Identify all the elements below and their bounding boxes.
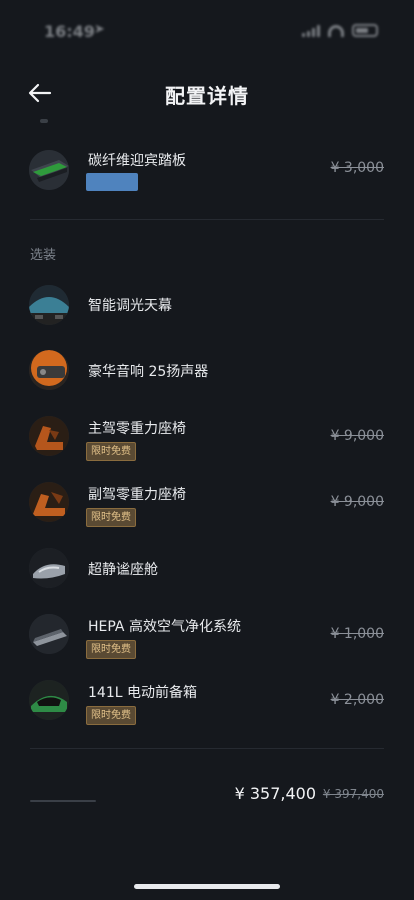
item-name: 豪华音响 25扬声器 <box>88 364 209 380</box>
item-name: 141L 电动前备箱 <box>88 685 197 701</box>
item-name: 超静谧座舱 <box>88 562 158 578</box>
item-name: 副驾零重力座椅 <box>88 487 186 503</box>
free-limited-badge: 限时免费 <box>86 508 136 527</box>
list-item-carbon-pedal: 碳纤维迎宾踏板 ¥ 3,000 <box>0 140 414 200</box>
list-item-quiet-cabin: 超静谧座舱 <box>0 538 414 598</box>
list-item-smart-sunroof: 智能调光天幕 <box>0 275 414 335</box>
location-arrow-icon: ➤ <box>94 22 105 37</box>
passenger-seat-thumbnail <box>29 482 69 522</box>
status-icons <box>302 24 378 37</box>
list-item-premium-audio: 豪华音响 25扬声器 <box>0 340 414 400</box>
free-limited-badge: 限时免费 <box>86 442 136 461</box>
total-current-price: ¥ 357,400 <box>234 784 316 803</box>
list-item-hepa-purifier: HEPA 高效空气净化系统 限时免费 ¥ 1,000 <box>0 604 414 664</box>
carbon-pedal-thumbnail <box>29 150 69 190</box>
section-divider <box>30 219 384 220</box>
total-label-placeholder <box>30 800 96 802</box>
list-item-passenger-zero-gravity-seat: 副驾零重力座椅 限时免费 ¥ 9,000 <box>0 472 414 532</box>
section-label-optional: 选装 <box>30 248 57 263</box>
total-original-price: ¥ 397,400 <box>322 787 384 801</box>
item-name: 智能调光天幕 <box>88 298 172 314</box>
driver-seat-thumbnail <box>29 416 69 456</box>
page-title: 配置详情 <box>165 84 249 108</box>
list-item-driver-zero-gravity-seat: 主驾零重力座椅 限时免费 ¥ 9,000 <box>0 406 414 466</box>
quiet-cabin-thumbnail <box>29 548 69 588</box>
item-name: 碳纤维迎宾踏板 <box>88 153 186 169</box>
status-time: 16:49 <box>44 22 95 41</box>
option-color-tag <box>86 173 138 191</box>
status-bar: 16:49 ➤ <box>0 0 414 60</box>
wifi-icon <box>328 24 344 37</box>
item-original-price: ¥ 2,000 <box>330 692 384 708</box>
cellular-signal-icon <box>302 24 320 37</box>
item-original-price: ¥ 9,000 <box>330 494 384 510</box>
battery-icon <box>352 24 378 37</box>
speaker-thumbnail <box>29 350 69 390</box>
section-divider <box>30 748 384 749</box>
free-limited-badge: 限时免费 <box>86 706 136 725</box>
item-original-price: ¥ 3,000 <box>330 160 384 176</box>
item-name: 主驾零重力座椅 <box>88 421 186 437</box>
sunroof-thumbnail <box>29 285 69 325</box>
item-original-price: ¥ 9,000 <box>330 428 384 444</box>
free-limited-badge: 限时免费 <box>86 640 136 659</box>
home-indicator[interactable] <box>134 884 280 889</box>
list-item-front-trunk: 141L 电动前备箱 限时免费 ¥ 2,000 <box>0 670 414 730</box>
nav-header: 配置详情 <box>0 70 414 116</box>
front-trunk-thumbnail <box>29 680 69 720</box>
item-original-price: ¥ 1,000 <box>330 626 384 642</box>
hepa-filter-thumbnail <box>29 614 69 654</box>
item-name: HEPA 高效空气净化系统 <box>88 619 241 635</box>
scroll-fade-mark <box>40 119 48 123</box>
